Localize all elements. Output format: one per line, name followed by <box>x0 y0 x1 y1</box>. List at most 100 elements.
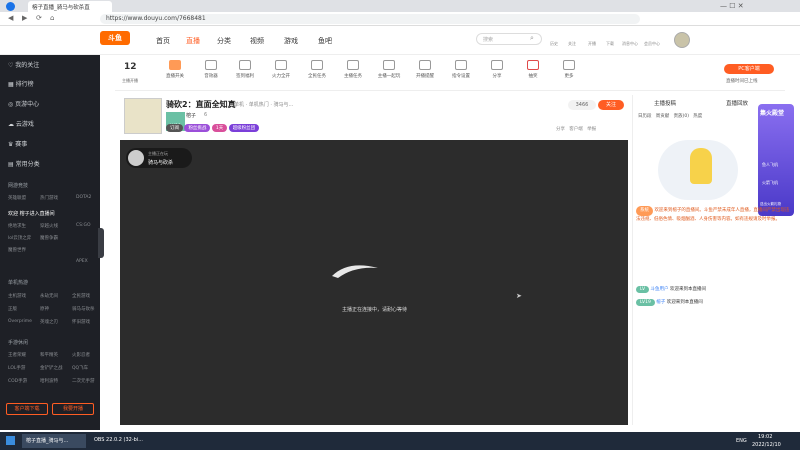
sub-tab-heat[interactable]: 热度 <box>693 114 702 119</box>
sidebar-collapse-handle[interactable] <box>98 228 104 258</box>
game-link[interactable]: 热门游戏 <box>40 195 58 201</box>
tool-audio[interactable]: 音效器 <box>192 60 230 79</box>
sidebar-item-common[interactable]: ▤ 常用分类 <box>8 159 40 168</box>
game-link[interactable]: lol云顶之弈 <box>8 235 31 241</box>
game-link[interactable]: COD手游 <box>8 378 27 384</box>
nav-video[interactable]: 视频 <box>250 36 264 46</box>
game-link[interactable]: LOL手游 <box>8 365 25 371</box>
history-icon[interactable]: 历史 <box>550 41 558 47</box>
tool-fire[interactable]: 火力全开 <box>262 60 300 79</box>
game-link[interactable]: 魔兽世界 <box>8 247 26 253</box>
game-link[interactable]: QQ飞车 <box>72 365 88 371</box>
super-fan-badge[interactable]: 超级粉丝团 <box>228 124 260 132</box>
sidebar-item-cloud[interactable]: ☁ 云游戏 <box>8 119 34 128</box>
tool-toggle[interactable]: 直播开关 <box>156 60 194 79</box>
url-field[interactable]: https://www.douyu.com/7668481 <box>100 14 640 24</box>
browser-tab[interactable]: 榕子直播_骑马与砍杀直 <box>28 1 112 12</box>
promo-item[interactable]: 鱼人飞机 <box>762 162 778 168</box>
game-link[interactable]: 原神 <box>40 306 49 312</box>
video-player[interactable] <box>120 140 628 425</box>
chat-user[interactable]: 斗鱼用户 <box>651 287 669 292</box>
tab-replay[interactable]: 直播回放 <box>726 99 748 107</box>
tool-checkin[interactable]: 签到福利 <box>226 60 264 79</box>
tool-lottery[interactable]: 抽奖 <box>514 60 552 79</box>
game-link[interactable]: 骑马与砍杀 <box>72 306 95 312</box>
game-link[interactable]: 哈利波特 <box>40 378 58 384</box>
taskbar-obs-item[interactable]: OBS 22.0.2 (32-bi... <box>90 434 154 448</box>
share-link[interactable]: 分享 <box>556 127 565 132</box>
download-icon[interactable]: 下载 <box>606 41 614 47</box>
game-link[interactable]: 正版 <box>8 306 17 312</box>
game-link[interactable]: 英雄联盟 <box>8 195 26 201</box>
sub-tab-noble[interactable]: 贵族(0) <box>674 114 689 119</box>
fan-challenge-badge[interactable]: 粉丝挑战 <box>184 124 211 132</box>
game-link[interactable]: CS:GO <box>76 223 91 228</box>
room-category[interactable]: 单机 · 单机热门 · 骑马与... <box>234 101 293 108</box>
home-icon[interactable]: ⌂ <box>50 14 54 22</box>
game-link[interactable]: 全民游戏 <box>72 293 90 299</box>
tool-share[interactable]: 分享 <box>478 60 516 79</box>
chat-user[interactable]: 榕子 <box>656 300 665 305</box>
clock-time[interactable]: 19:02 <box>758 434 772 440</box>
douyu-logo[interactable]: 斗鱼 <box>100 31 130 45</box>
sub-tab-weekly[interactable]: 周贡献 <box>656 114 670 119</box>
game-link[interactable]: DOTA2 <box>76 195 91 200</box>
forward-icon[interactable]: ▶ <box>22 14 27 22</box>
promo-item[interactable]: 火箭飞机 <box>762 180 778 186</box>
sidebar-item-webgame[interactable]: ◎ 页游中心 <box>8 99 39 108</box>
window-controls[interactable]: — ☐ ✕ <box>720 2 744 10</box>
taskbar-browser-item[interactable]: 榕子直播_骑马与... <box>22 434 86 448</box>
nav-game[interactable]: 游戏 <box>284 36 298 46</box>
client-link[interactable]: 客户端 <box>569 127 583 132</box>
game-link[interactable]: 和平精英 <box>40 352 58 358</box>
game-link[interactable]: 英魂之刃 <box>40 319 58 325</box>
follow-icon[interactable]: 关注 <box>568 41 576 47</box>
tool-remind[interactable]: 开播提醒 <box>406 60 444 79</box>
day-badge[interactable]: 1天 <box>211 124 228 132</box>
windows-start-icon[interactable] <box>6 436 15 445</box>
game-link[interactable]: 绝地求生 <box>8 223 26 229</box>
language-indicator[interactable]: ENG <box>736 438 747 444</box>
sidebar-item-esports[interactable]: ♛ 赛事 <box>8 139 27 148</box>
host-name[interactable]: 榕子 <box>186 112 196 119</box>
refresh-icon[interactable]: ⟳ <box>36 14 42 22</box>
game-link[interactable]: 魔兽争霸 <box>40 235 58 241</box>
back-icon[interactable]: ◀ <box>8 14 13 22</box>
nav-home[interactable]: 首页 <box>156 36 170 46</box>
tool-task[interactable]: 全民任务 <box>298 60 336 79</box>
report-link[interactable]: 举报 <box>587 127 596 132</box>
vip-icon[interactable]: 会员中心 <box>644 41 660 47</box>
tool-command[interactable]: 指令设置 <box>442 60 480 79</box>
game-link[interactable]: 主机游戏 <box>8 293 26 299</box>
start-broadcast-button[interactable]: 我要开播 <box>52 403 94 415</box>
tool-anchor-task[interactable]: 主播任务 <box>334 60 372 79</box>
sub-tab-daily[interactable]: 日历段 <box>638 114 652 119</box>
game-link[interactable]: APEX <box>76 259 88 264</box>
tool-more[interactable]: 更多 <box>550 60 588 79</box>
search-icon[interactable]: ⌕ <box>530 34 534 43</box>
tab-anchor-post[interactable]: 主播投稿 <box>654 99 676 107</box>
sidebar-item-rank[interactable]: ▦ 排行榜 <box>8 79 34 88</box>
nav-category[interactable]: 分类 <box>217 36 231 46</box>
tool-play[interactable]: 主播一起玩 <box>370 60 408 79</box>
game-link[interactable]: Overprime <box>8 319 32 324</box>
game-link[interactable]: 金铲铲之战 <box>40 365 63 371</box>
game-link[interactable]: 二次元手游 <box>72 378 95 384</box>
promo-card[interactable]: 集火殿堂 鱼人飞机 火箭飞机 送出火箭礼物 <box>758 104 794 216</box>
game-link[interactable]: 王者荣耀 <box>8 352 26 358</box>
message-icon[interactable]: 消息中心 <box>622 41 638 47</box>
sidebar-item-follow[interactable]: ♡ 我的关注 <box>8 60 39 69</box>
follow-button[interactable]: 关注 <box>598 100 624 110</box>
playing-game-card[interactable]: 主播正在玩 骑马与砍杀 <box>126 148 192 168</box>
subscribe-badge[interactable]: 订阅 <box>166 124 183 132</box>
broadcast-icon[interactable]: 开播 <box>588 41 596 47</box>
clock-date[interactable]: 2022/12/10 <box>752 442 781 448</box>
pc-client-button[interactable]: PC客户端 <box>724 64 774 74</box>
client-download-button[interactable]: 客户端下载 <box>6 403 48 415</box>
nav-yuba[interactable]: 鱼吧 <box>318 36 332 46</box>
game-link[interactable]: 怀旧游戏 <box>72 319 90 325</box>
game-link[interactable]: 永劫无间 <box>40 293 58 299</box>
avatar[interactable] <box>674 32 690 48</box>
game-link[interactable]: 火影忍者 <box>72 352 90 358</box>
game-link[interactable]: 穿越火线 <box>40 223 58 229</box>
